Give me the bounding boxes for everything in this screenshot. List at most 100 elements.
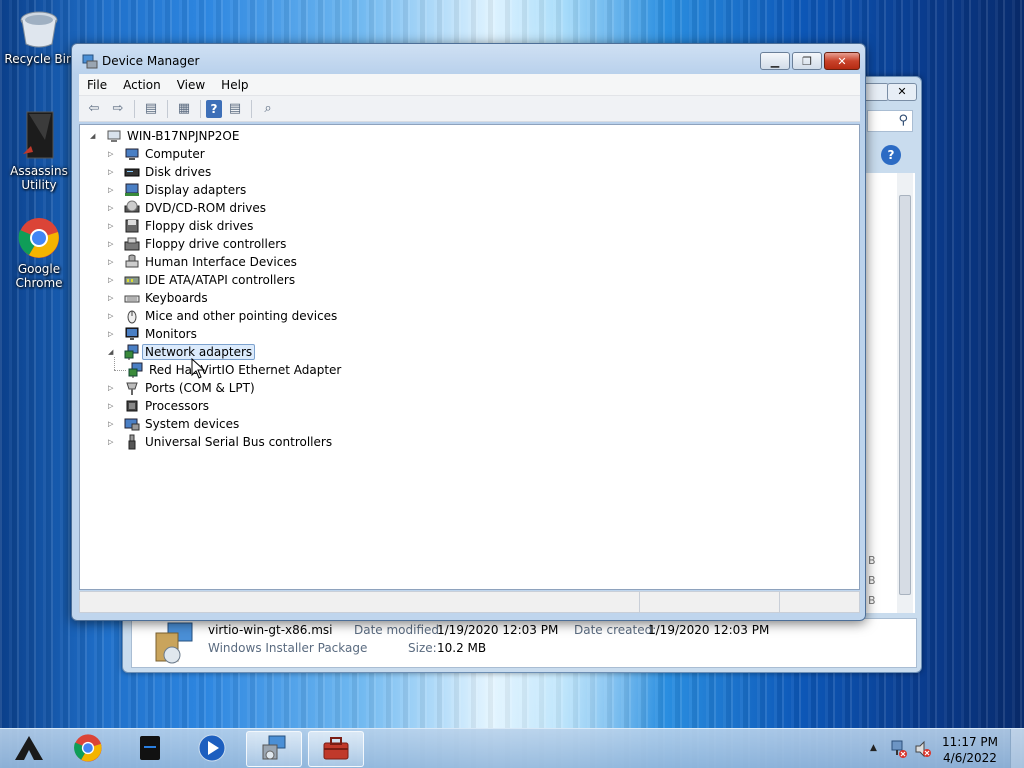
taskbar-chrome[interactable]	[60, 731, 116, 767]
taskbar-assassins-utility[interactable]	[4, 731, 54, 767]
file-name: virtio-win-gt-x86.msi	[208, 623, 333, 637]
clock-date: 4/6/2022	[943, 751, 997, 765]
expand-arrow-icon[interactable]: ▷	[108, 330, 118, 338]
date-created-value: 1/19/2020 12:03 PM	[648, 623, 770, 637]
help-icon[interactable]: ?	[206, 99, 222, 118]
tree-category-item[interactable]: ▷ System devices	[108, 415, 239, 433]
expand-arrow-icon[interactable]: ▷	[108, 294, 118, 302]
system-clock[interactable]: 11:17 PM 4/6/2022	[942, 734, 998, 766]
title-bar[interactable]: Device Manager ▁ ❐ ✕	[72, 44, 865, 74]
tree-root[interactable]: ◢ WIN-B17NPJNP2OE	[90, 127, 239, 145]
expand-arrow-icon[interactable]: ▷	[108, 384, 118, 392]
maximize-button[interactable]	[863, 83, 889, 101]
expand-arrow-icon[interactable]: ▷	[108, 204, 118, 212]
tree-category-item[interactable]: ▷ DVD/CD-ROM drives	[108, 199, 266, 217]
expand-arrow-icon[interactable]: ▷	[108, 168, 118, 176]
properties-icon[interactable]: ▦	[173, 98, 195, 120]
expand-arrow-icon[interactable]: ▷	[108, 186, 118, 194]
desktop-icon-recycle-bin[interactable]: Recycle Bin	[3, 6, 75, 66]
file-list-pane[interactable]: B B B	[865, 173, 915, 613]
collapse-arrow-icon[interactable]: ◢	[90, 132, 100, 140]
tree-child-item[interactable]: Red Hat VirtIO Ethernet Adapter	[114, 361, 341, 379]
expand-arrow-icon[interactable]: ▷	[108, 312, 118, 320]
assassins-utility-icon	[19, 110, 59, 162]
close-button[interactable]: ✕	[887, 83, 917, 101]
restore-button[interactable]: ❐	[792, 52, 822, 70]
expand-arrow-icon[interactable]: ▷	[108, 402, 118, 410]
tree-category-item[interactable]: ▷ Display adapters	[108, 181, 246, 199]
size-fragment: B	[868, 574, 876, 587]
tree-category-item[interactable]: ▷ Disk drives	[108, 163, 211, 181]
show-hide-action-pane-icon[interactable]: ▤	[224, 98, 246, 120]
toolbar-separator	[251, 99, 252, 118]
network-adapter-icon	[124, 344, 140, 360]
tree-category-item[interactable]: ◢ Network adapters	[108, 343, 256, 361]
size-value: 10.2 MB	[437, 641, 487, 655]
expand-arrow-icon[interactable]: ▷	[108, 240, 118, 248]
volume-muted-icon[interactable]	[914, 739, 932, 759]
tree-category-item[interactable]: ▷ Human Interface Devices	[108, 253, 297, 271]
device-tree[interactable]: ◢ WIN-B17NPJNP2OE ▷ Computer ▷ Disk drives ▷…	[79, 124, 860, 590]
expand-arrow-icon[interactable]: ▷	[108, 276, 118, 284]
toolbar-separator	[134, 99, 135, 118]
tree-category-item[interactable]: ▷ Ports (COM & LPT)	[108, 379, 255, 397]
search-box[interactable]: ⚲	[867, 110, 913, 132]
status-section	[640, 592, 780, 612]
device-manager-icon	[82, 53, 98, 69]
tree-connector-line	[114, 369, 126, 371]
show-hide-console-tree-icon[interactable]: ▤	[140, 98, 162, 120]
tree-category-item[interactable]: ▷ Universal Serial Bus controllers	[108, 433, 332, 451]
desktop-icon-assassins-utility[interactable]: Assassins Utility	[3, 110, 75, 192]
scan-hardware-changes-icon[interactable]: ⌕	[257, 98, 279, 120]
expand-arrow-icon[interactable]: ▷	[108, 150, 118, 158]
menu-help[interactable]: Help	[213, 78, 256, 92]
tree-category-item[interactable]: ▷ Computer	[108, 145, 205, 163]
tree-item-label: Ports (COM & LPT)	[145, 381, 255, 395]
taskbar: ▲ 11:17 PM 4/6/2022	[0, 728, 1024, 768]
tree-category-item[interactable]: ▷ Floppy drive controllers	[108, 235, 286, 253]
menu-action[interactable]: Action	[115, 78, 169, 92]
expand-arrow-icon[interactable]: ▷	[108, 222, 118, 230]
tree-category-item[interactable]: ▷ Processors	[108, 397, 209, 415]
tree-item-label: Keyboards	[145, 291, 208, 305]
back-arrow-icon[interactable]: ⇦	[83, 98, 105, 120]
desktop-icon-google-chrome[interactable]: Google Chrome	[3, 216, 75, 290]
taskbar-device-manager[interactable]	[246, 731, 302, 767]
search-icon: ⚲	[898, 113, 908, 128]
tree-item-label: Mice and other pointing devices	[145, 309, 338, 323]
tree-category-item[interactable]: ▷ Keyboards	[108, 289, 208, 307]
network-status-icon[interactable]	[890, 739, 908, 759]
floppy-disk-icon	[124, 218, 140, 234]
ide-controller-icon	[124, 272, 140, 288]
taskbar-drive[interactable]	[122, 731, 178, 767]
tree-category-item[interactable]: ▷ Mice and other pointing devices	[108, 307, 337, 325]
size-fragment: B	[868, 594, 876, 607]
mouse-cursor-icon	[191, 357, 207, 380]
help-icon[interactable]: ?	[881, 145, 901, 165]
close-button[interactable]: ✕	[824, 52, 860, 70]
taskbar-toolbox[interactable]	[308, 731, 364, 767]
vertical-scrollbar[interactable]	[897, 173, 913, 613]
show-desktop-button[interactable]	[1010, 729, 1024, 768]
tree-category-item[interactable]: ▷ Floppy disk drives	[108, 217, 253, 235]
toolbar-separator	[200, 99, 201, 118]
show-hidden-icons-arrow-icon[interactable]: ▲	[870, 743, 877, 753]
forward-arrow-icon[interactable]: ⇨	[107, 98, 129, 120]
desktop-icon-label: Assassins Utility	[10, 164, 68, 192]
menu-view[interactable]: View	[169, 78, 213, 92]
window-title: Device Manager	[102, 54, 200, 68]
tree-category-item[interactable]: ▷ IDE ATA/ATAPI controllers	[108, 271, 295, 289]
collapse-arrow-icon[interactable]: ◢	[108, 348, 118, 356]
desktop-icon-label: Google Chrome	[15, 262, 63, 290]
minimize-button[interactable]: ▁	[760, 52, 790, 70]
size-fragment: B	[868, 554, 876, 567]
device-manager-window[interactable]: Device Manager ▁ ❐ ✕ File Action View He…	[71, 43, 866, 621]
expand-arrow-icon[interactable]: ▷	[108, 420, 118, 428]
expand-arrow-icon[interactable]: ▷	[108, 258, 118, 266]
tree-item-label: Floppy disk drives	[145, 219, 254, 233]
expand-arrow-icon[interactable]: ▷	[108, 438, 118, 446]
menu-file[interactable]: File	[79, 78, 115, 92]
tree-category-item[interactable]: ▷ Monitors	[108, 325, 197, 343]
taskbar-media-player[interactable]	[184, 731, 240, 767]
scrollbar-thumb[interactable]	[899, 195, 911, 595]
